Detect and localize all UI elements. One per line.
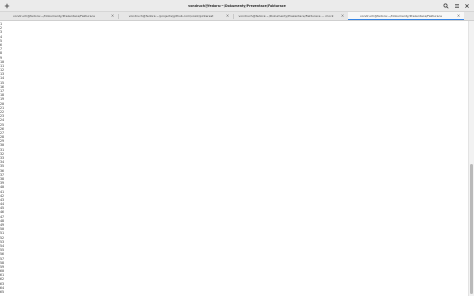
tab-label: vondruch@fedora:~/projects/github.com/vo… xyxy=(128,14,214,18)
terminal-line: 30 xyxy=(0,143,5,148)
terminal-line: 35 xyxy=(0,164,5,169)
hamburger-menu-icon xyxy=(455,4,459,8)
tab-bar: vondruch@fedora:~/Dokumenty/Prezentace/F… xyxy=(0,12,474,21)
terminal-lines: 1 2 3 4 5 6 7 8 9 10 11 12 13 14 15 16 17 18 19 20 21 22 23 24 2… xyxy=(0,22,4,294)
window-title: vondruch@fedora:~/Dokumenty/Prezentace/F… xyxy=(188,4,286,8)
scrollbar-thumb[interactable] xyxy=(470,164,473,294)
tab-1[interactable]: vondruch@fedora:~/Dokumenty/Prezentace/F… xyxy=(0,12,118,20)
title-bar: vondruch@fedora:~/Dokumenty/Prezentace/F… xyxy=(0,0,474,12)
search-icon xyxy=(443,3,449,9)
close-icon xyxy=(465,4,469,8)
terminal-line: 24 xyxy=(0,118,5,123)
terminal-line: 56 xyxy=(0,252,5,257)
tab-3[interactable]: vondruch@fedora:~/Dokumenty/Prezentace/F… xyxy=(234,12,348,20)
tab-2[interactable]: vondruch@fedora:~/projects/github.com/vo… xyxy=(119,12,233,20)
vertical-scrollbar[interactable] xyxy=(468,21,474,296)
close-window-button[interactable] xyxy=(463,2,471,10)
terminal-line: 46 xyxy=(0,210,5,215)
tab-close-icon[interactable]: × xyxy=(225,12,230,20)
terminal-line: 65 xyxy=(0,290,5,294)
terminal-line: 51 xyxy=(0,231,5,236)
new-tab-button[interactable] xyxy=(3,2,10,10)
terminal-line: 62 xyxy=(0,277,5,282)
tab-close-icon[interactable]: × xyxy=(340,12,345,20)
search-button[interactable] xyxy=(442,2,450,10)
active-tab-indicator xyxy=(348,19,464,20)
tab-close-icon[interactable]: × xyxy=(110,12,115,20)
terminal-output[interactable]: 1 2 3 4 5 6 7 8 9 10 11 12 13 14 15 16 17 18 19 20 21 22 23 24 2… xyxy=(0,21,468,296)
terminal-line: 40 xyxy=(0,185,5,190)
terminal-line: 19 xyxy=(0,97,5,102)
terminal-line: 14 xyxy=(0,76,5,81)
menu-button[interactable] xyxy=(453,2,461,10)
tab-4-active[interactable]: vondruch@fedora:~/Dokumenty/Prezentace/F… xyxy=(348,12,464,20)
plus-icon xyxy=(4,3,9,9)
tab-label: vondruch@fedora:~/Dokumenty/Prezentace/F… xyxy=(238,14,334,18)
tab-label: vondruch@fedora:~/Dokumenty/Prezentace/F… xyxy=(13,14,95,18)
